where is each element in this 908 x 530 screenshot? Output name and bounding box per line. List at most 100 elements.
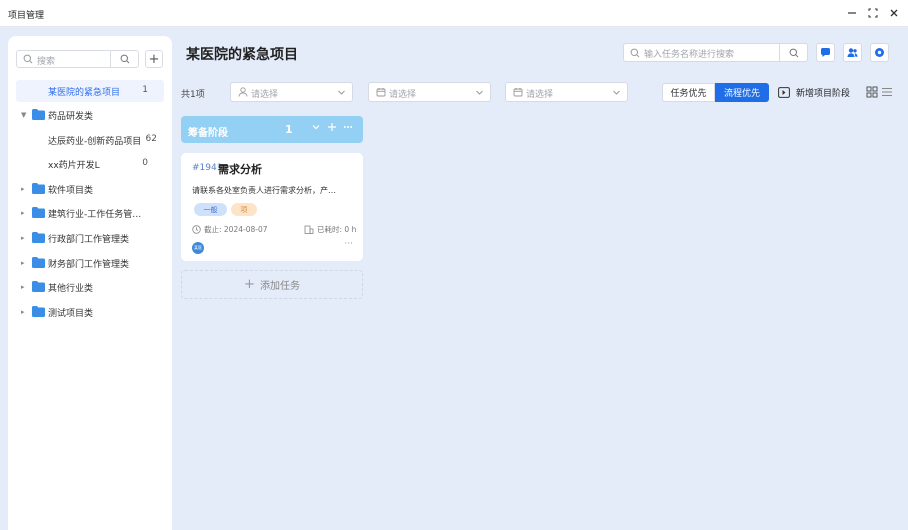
- page-title: 某医院的紧急项目: [186, 47, 298, 63]
- caret-right-icon[interactable]: ▸: [21, 308, 29, 316]
- folder-icon: [32, 257, 45, 268]
- minimize-button[interactable]: [845, 6, 859, 20]
- folder-icon: [32, 306, 45, 317]
- type-tag: 项: [231, 203, 257, 216]
- end-date-select[interactable]: 请选择: [505, 82, 628, 102]
- stage-name: 筹备阶段: [188, 128, 228, 139]
- sidebar-item-admin[interactable]: ▸ 行政部门工作管理类: [16, 227, 164, 249]
- more-icon[interactable]: [342, 122, 354, 135]
- sidebar-item-software[interactable]: ▸ 软件项目类: [16, 178, 164, 200]
- task-search-button[interactable]: [779, 44, 807, 61]
- sidebar-item-label: 其他行业类: [48, 284, 94, 294]
- chevron-down-icon: [476, 90, 483, 95]
- sidebar-item-label: 建筑行业-工作任务管…: [48, 210, 142, 220]
- project-sidebar: 搜索 + 某医院的紧急项目 1 ▼ 药品研发类 达辰药业-创新药品项目 62 x…: [8, 36, 172, 530]
- task-search-placeholder: 输入任务名称进行搜索: [644, 50, 735, 60]
- gear-icon: [875, 48, 884, 57]
- sidebar-item-label: xx药片开发L: [48, 161, 100, 171]
- maximize-button[interactable]: [866, 6, 880, 20]
- priority-tag: 一般: [194, 203, 227, 216]
- sidebar-item-other[interactable]: ▸ 其他行业类: [16, 276, 164, 298]
- add-task-label: 添加任务: [259, 281, 300, 292]
- search-icon: [789, 48, 798, 57]
- sidebar-item-label: 某医院的紧急项目: [48, 88, 121, 98]
- add-stage-label: 新增项目阶段: [796, 89, 851, 99]
- caret-right-icon[interactable]: ▸: [21, 209, 29, 217]
- sidebar-item-finance[interactable]: ▸ 财务部门工作管理类: [16, 252, 164, 274]
- close-icon: [890, 9, 898, 17]
- search-icon: [630, 48, 640, 58]
- window-title: 项目管理: [8, 11, 45, 21]
- sidebar-search-placeholder: 搜索: [37, 57, 56, 67]
- add-task-button[interactable]: + 添加任务: [181, 270, 363, 299]
- list-view-icon[interactable]: [881, 86, 893, 98]
- sidebar-item-label: 软件项目类: [48, 186, 94, 196]
- members-button[interactable]: [843, 43, 862, 62]
- sidebar-item-count: 1: [142, 85, 148, 95]
- window-titlebar: 项目管理: [0, 0, 908, 27]
- assignee-select[interactable]: 请选择: [230, 82, 353, 102]
- task-count-label: 共1项: [181, 90, 205, 100]
- sidebar-item-hospital-project[interactable]: 某医院的紧急项目 1: [16, 80, 164, 102]
- building-icon: [304, 225, 314, 234]
- chat-button[interactable]: [816, 43, 835, 62]
- sidebar-item-dachen[interactable]: 达辰药业-创新药品项目 62: [16, 129, 164, 151]
- sidebar-search-input[interactable]: 搜索: [16, 50, 139, 68]
- avatar[interactable]: 某医: [192, 242, 204, 254]
- chat-icon: [821, 48, 830, 57]
- calendar-icon: [376, 88, 386, 97]
- elapsed-text: 已耗时: 0 h: [317, 225, 357, 234]
- sidebar-item-construction[interactable]: ▸ 建筑行业-工作任务管…: [16, 202, 164, 224]
- calendar-icon: [513, 88, 523, 97]
- chevron-down-icon: [613, 90, 620, 95]
- add-folder-icon: [778, 87, 790, 98]
- task-description: 请联系各处室负责人进行需求分析，产…: [192, 186, 336, 195]
- folder-icon: [32, 207, 45, 218]
- chevron-down-icon[interactable]: [310, 122, 322, 135]
- settings-button[interactable]: [870, 43, 889, 62]
- deadline-text: 截止: 2024-08-07: [204, 225, 268, 234]
- expand-icon: [868, 8, 878, 18]
- more-icon[interactable]: ···: [344, 239, 353, 249]
- users-icon: [847, 48, 858, 57]
- task-search-input[interactable]: 输入任务名称进行搜索: [623, 43, 808, 62]
- caret-right-icon[interactable]: ▸: [21, 259, 29, 267]
- add-stage-button[interactable]: 新增项目阶段: [778, 83, 850, 102]
- task-first-toggle[interactable]: 任务优先: [662, 83, 715, 102]
- sidebar-item-pharma[interactable]: ▼ 药品研发类: [16, 104, 164, 126]
- caret-down-icon[interactable]: ▼: [21, 111, 29, 119]
- minimize-icon: [848, 12, 856, 14]
- plus-icon: +: [244, 277, 255, 292]
- sidebar-item-xx-tablet[interactable]: xx药片开发L 0: [16, 153, 164, 175]
- clock-icon: [192, 225, 201, 234]
- select-placeholder: 请选择: [389, 90, 417, 100]
- plus-icon[interactable]: [326, 122, 338, 135]
- sidebar-item-test[interactable]: ▸ 测试项目类: [16, 301, 164, 323]
- stage-column-header: 筹备阶段 1: [181, 116, 363, 143]
- add-project-button[interactable]: +: [145, 50, 163, 68]
- close-button[interactable]: [887, 6, 901, 20]
- task-deadline: 截止: 2024-08-07: [192, 224, 268, 235]
- sidebar-item-label: 药品研发类: [48, 112, 94, 122]
- caret-right-icon[interactable]: ▸: [21, 234, 29, 242]
- sidebar-item-count: 0: [142, 158, 148, 168]
- sidebar-item-count: 62: [145, 134, 157, 144]
- sidebar-item-label: 行政部门工作管理类: [48, 235, 130, 245]
- folder-icon: [32, 232, 45, 243]
- user-icon: [238, 87, 248, 97]
- caret-right-icon[interactable]: ▸: [21, 283, 29, 291]
- chevron-down-icon: [338, 90, 345, 95]
- task-card[interactable]: #1941 需求分析 请联系各处室负责人进行需求分析，产… 一般 项 截止: 2…: [181, 153, 363, 261]
- sidebar-item-label: 测试项目类: [48, 309, 94, 319]
- select-placeholder: 请选择: [526, 90, 554, 100]
- stage-task-count: 1: [285, 123, 293, 136]
- start-date-select[interactable]: 请选择: [368, 82, 491, 102]
- flow-first-toggle[interactable]: 流程优先: [715, 83, 769, 102]
- select-placeholder: 请选择: [251, 90, 279, 100]
- grid-view-icon[interactable]: [866, 86, 878, 98]
- sidebar-search-button[interactable]: [110, 51, 138, 67]
- task-elapsed: 已耗时: 0 h: [304, 224, 356, 235]
- folder-icon: [32, 183, 45, 194]
- caret-right-icon[interactable]: ▸: [21, 185, 29, 193]
- search-icon: [23, 54, 33, 64]
